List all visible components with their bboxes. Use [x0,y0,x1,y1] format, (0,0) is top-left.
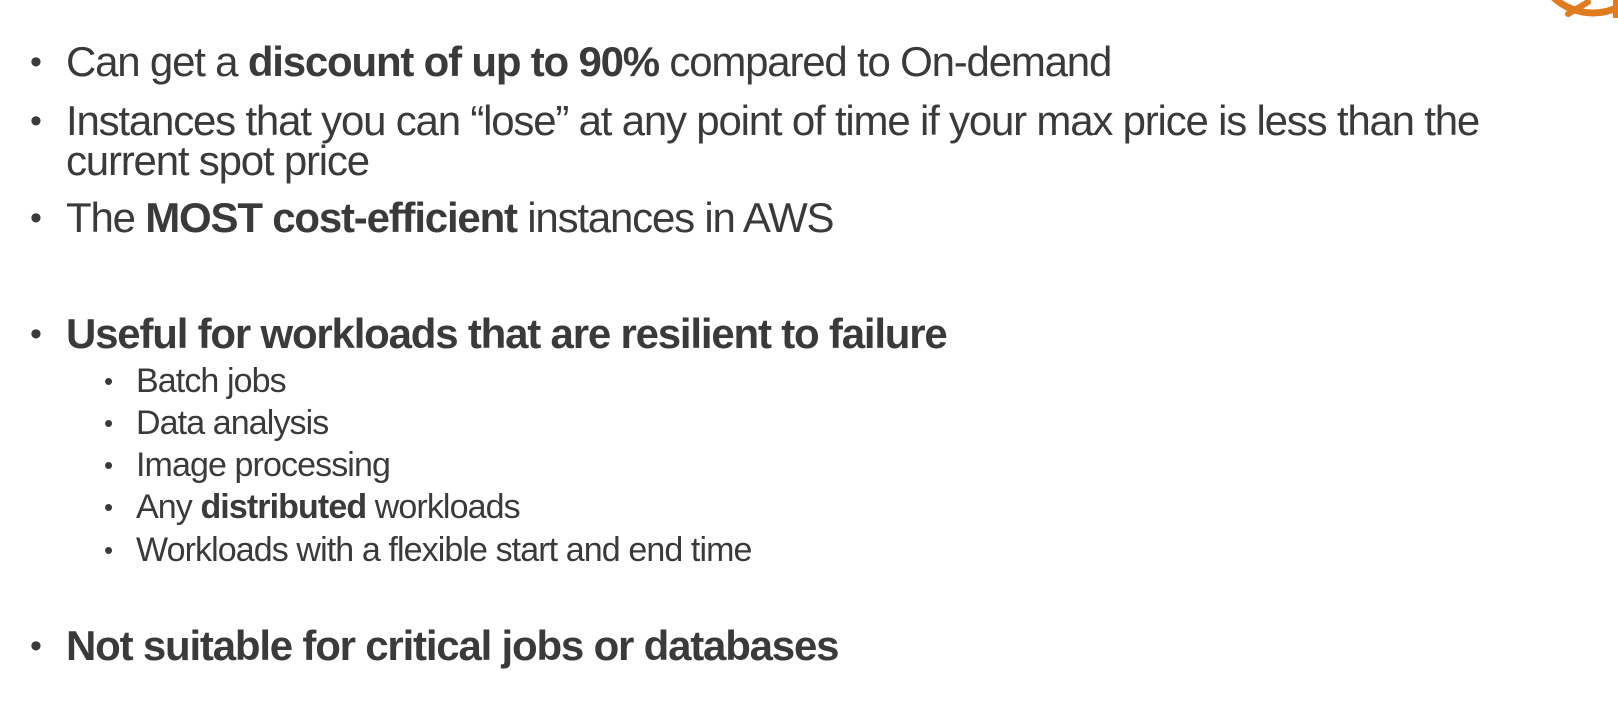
sub-bullet-data-analysis: • Data analysis [104,404,329,442]
sub-bullet-batch-jobs: • Batch jobs [104,362,287,400]
bullet-cost-efficient: • The MOST cost-efficient instances in A… [30,197,835,239]
slide: • Can get a discount of up to 90% compar… [0,0,1618,718]
sub-bullet-text: Data analysis [136,404,329,442]
sub-bullet-text: Image processing [136,446,391,484]
bullet-dot: • [30,627,42,665]
bullet-text-part: instances in AWS [516,194,834,241]
bullet-not-suitable: • Not suitable for critical jobs or data… [30,622,839,669]
sub-bullet-dot: • [104,366,113,396]
spot-target-icon [1488,0,1618,40]
bullet-discount: • Can get a discount of up to 90% compar… [30,41,1112,83]
bullet-text-bold: discount of up to 90% [247,38,660,85]
sub-bullet-text-part: workloads [366,488,521,526]
bullet-text: Instances that you can “lose” at any poi… [66,97,1480,184]
bullet-text: The MOST cost-efficient instances in AWS [66,197,835,239]
bullet-text: Not suitable for critical jobs or databa… [66,622,839,669]
sub-bullet-text: Batch jobs [136,362,287,400]
bullet-text: Can get a discount of up to 90% compared… [66,41,1112,83]
sub-bullet-dot: • [104,535,113,565]
sub-bullet-flexible-time: • Workloads with a flexible start and en… [104,531,752,569]
sub-bullet-dot: • [104,408,113,438]
sub-bullet-text: Workloads with a flexible start and end … [136,531,752,569]
sub-bullet-image-processing: • Image processing [104,446,391,484]
bullet-lose-instances: • Instances that you can “lose” at any p… [30,97,1600,184]
sub-bullet-distributed-workloads: • Any distributed workloads [104,488,521,526]
bullet-dot: • [30,199,42,237]
sub-bullet-dot: • [104,450,113,480]
bullet-text-part: compared to On-demand [658,38,1112,85]
sub-bullet-dot: • [104,492,113,522]
bullet-dot: • [30,315,42,353]
bullet-useful-workloads: • Useful for workloads that are resilien… [30,310,948,357]
bullet-dot: • [30,102,42,140]
sub-bullet-text: Any distributed workloads [136,488,521,526]
bullet-dot: • [30,43,42,81]
bullet-text: Useful for workloads that are resilient … [66,310,948,357]
sub-bullet-text-part: Any [136,488,201,526]
bullet-text-bold: MOST cost-efficient [145,194,518,241]
bullet-text-part: The [66,194,146,241]
bullet-text-part: Can get a [66,38,248,85]
sub-bullet-text-bold: distributed [200,488,367,526]
